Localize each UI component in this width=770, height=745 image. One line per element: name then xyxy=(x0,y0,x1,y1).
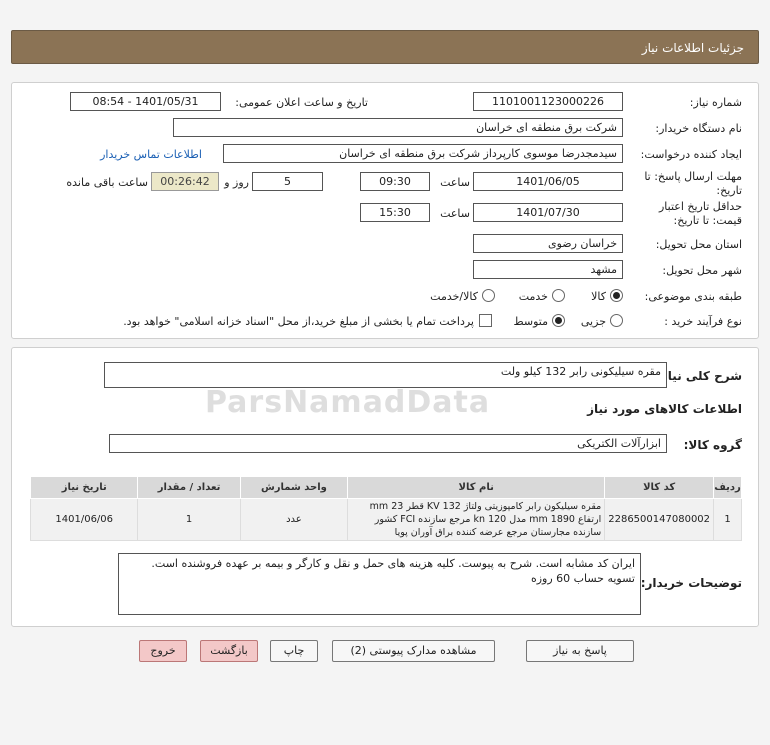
summary-field: مقره سیلیکونی رابر 132 کیلو ولت xyxy=(104,362,667,388)
creator-field: سیدمجدرضا موسوی کارپرداز شرکت برق منطقه … xyxy=(223,144,623,163)
page-title: جزئیات اطلاعات نیاز xyxy=(641,41,744,55)
province-field: خراسان رضوی xyxy=(473,234,623,253)
goods-group-field: ابزارآلات الکتریکی xyxy=(109,434,667,453)
buyer-org-field: شرکت برق منطقه ای خراسان xyxy=(173,118,623,137)
goods-info-title: اطلاعات کالاهای مورد نیاز xyxy=(587,402,742,416)
page: جزئیات اطلاعات نیاز شماره نیاز: 11010011… xyxy=(0,0,770,745)
category-radio-goods-service[interactable] xyxy=(482,289,495,302)
validity-date-field: 1401/07/30 xyxy=(473,203,623,222)
need-number-label: شماره نیاز: xyxy=(689,96,742,109)
col-name: نام کالا xyxy=(347,476,606,499)
col-date: تاریخ نیاز xyxy=(29,476,139,499)
announce-field: 1401/05/31 - 08:54 xyxy=(70,92,221,111)
category-radio-goods[interactable] xyxy=(610,289,623,302)
reply-button[interactable]: پاسخ به نیاز xyxy=(526,640,634,662)
goods-table: ردیف کد کالا نام کالا واحد شمارش تعداد /… xyxy=(29,476,742,541)
announce-label: تاریخ و ساعت اعلان عمومی: xyxy=(235,96,368,109)
category-option-goods: کالا xyxy=(591,290,606,303)
goods-table-header: ردیف کد کالا نام کالا واحد شمارش تعداد /… xyxy=(29,476,742,499)
send-time-field: 09:30 xyxy=(360,172,430,191)
goods-group-label: گروه کالا: xyxy=(683,438,742,452)
treasury-payment-checkbox[interactable] xyxy=(479,314,492,327)
creator-label: ایجاد کننده درخواست: xyxy=(640,148,742,161)
cell-unit: عدد xyxy=(239,498,349,541)
back-button[interactable]: بازگشت xyxy=(200,640,258,662)
process-label: نوع فرآیند خرید : xyxy=(664,315,742,328)
need-number-field: 1101001123000226 xyxy=(473,92,623,111)
col-qty: تعداد / مقدار xyxy=(137,476,241,499)
send-date-field: 1401/06/05 xyxy=(473,172,623,191)
process-radio-medium[interactable] xyxy=(552,314,565,327)
buyer-contact-link[interactable]: اطلاعات تماس خریدار xyxy=(100,148,202,161)
cell-date: 1401/06/06 xyxy=(29,498,139,541)
buyer-notes-label: توضیحات خریدار: xyxy=(640,576,742,590)
city-label: شهر محل تحویل: xyxy=(662,264,742,277)
city-field: مشهد xyxy=(473,260,623,279)
category-option-goods-service: کالا/خدمت xyxy=(430,290,478,303)
remaining-time-field: 00:26:42 xyxy=(151,172,219,191)
remaining-label: ساعت باقی مانده xyxy=(66,176,148,189)
col-row: ردیف xyxy=(713,476,742,499)
process-option-medium: متوسط xyxy=(513,315,548,328)
days-label: روز و xyxy=(224,176,249,189)
view-attachments-button[interactable]: مشاهده مدارک پیوستی (2) xyxy=(332,640,495,662)
send-time-label: ساعت xyxy=(440,176,470,189)
cell-code: 2286500147080002 xyxy=(604,498,715,541)
validity-label-2: قیمت: تا تاریخ: xyxy=(673,214,742,227)
print-button[interactable]: چاپ xyxy=(270,640,318,662)
validity-time-field: 15:30 xyxy=(360,203,430,222)
col-code: کد کالا xyxy=(604,476,715,499)
cell-qty: 1 xyxy=(137,498,241,541)
category-radio-service[interactable] xyxy=(552,289,565,302)
exit-button[interactable]: خروج xyxy=(139,640,187,662)
category-option-service: خدمت xyxy=(518,290,548,303)
buyer-notes-field: ایران کد مشابه است. شرح به پیوست. کلیه ه… xyxy=(118,553,641,615)
col-unit: واحد شمارش xyxy=(239,476,349,499)
summary-label: شرح کلی نیاز: xyxy=(656,369,742,383)
cell-row: 1 xyxy=(713,498,742,541)
buyer-org-label: نام دستگاه خریدار: xyxy=(655,122,742,135)
treasury-payment-note: پرداخت تمام یا بخشی از مبلغ خرید،از محل … xyxy=(123,315,474,328)
table-row: 1 2286500147080002 مقره سیلیکون رابر کام… xyxy=(29,498,742,541)
page-header: جزئیات اطلاعات نیاز xyxy=(11,30,759,64)
days-field: 5 xyxy=(252,172,323,191)
send-deadline-label: مهلت ارسال پاسخ: تا xyxy=(644,170,742,183)
category-label: طبقه بندی موضوعی: xyxy=(644,290,742,303)
cell-name: مقره سیلیکون رابر کامپوزیتی ولتاژ KV 132… xyxy=(347,498,606,541)
send-deadline-label-2: تاریخ: xyxy=(716,184,742,197)
province-label: استان محل تحویل: xyxy=(655,238,742,251)
validity-time-label: ساعت xyxy=(440,207,470,220)
process-option-minor: جزیی xyxy=(580,315,606,328)
process-radio-minor[interactable] xyxy=(610,314,623,327)
validity-label: حداقل تاریخ اعتبار xyxy=(658,200,742,213)
